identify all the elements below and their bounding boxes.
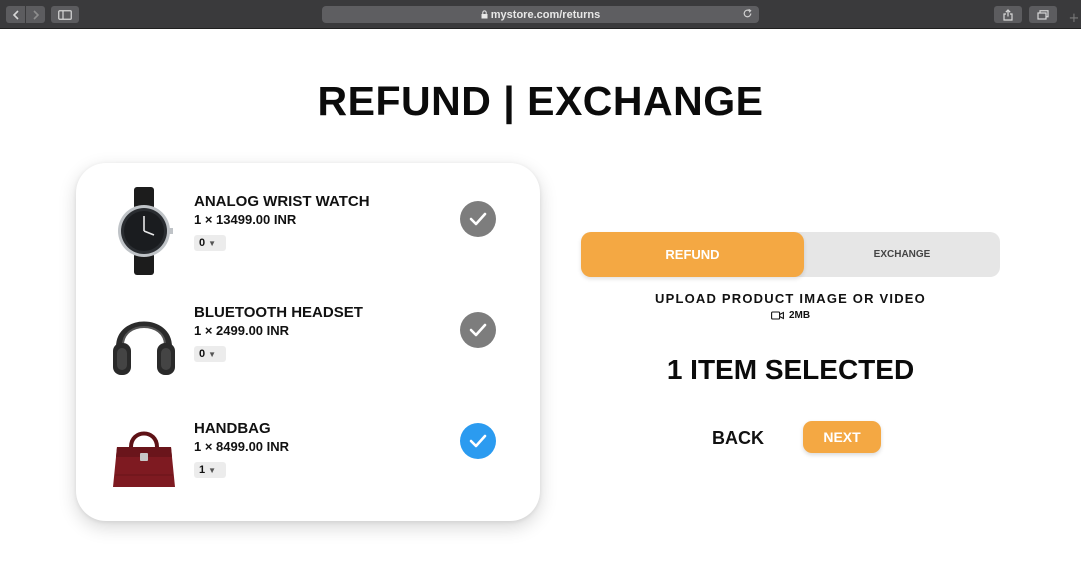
back-button[interactable]: BACK [702,424,774,452]
order-items-card: ANALOG WRIST WATCH 1 × 13499.00 INR 0 ▼ … [76,163,540,521]
quantity-select[interactable]: 0 ▼ [194,235,226,251]
forward-nav-button[interactable] [26,6,45,23]
browser-toolbar: mystore.com/returns + [0,0,1081,29]
item-price: 1 × 2499.00 INR [194,323,290,338]
refund-tab[interactable]: REFUND [581,232,804,277]
quantity-value: 0 [199,237,206,249]
tab-overview-button[interactable] [1029,6,1057,23]
page-title: REFUND | EXCHANGE [317,78,764,124]
sidebar-icon [58,9,72,20]
caret-down-icon: ▼ [208,349,217,359]
share-icon [1003,8,1013,21]
back-nav-button[interactable] [6,6,25,23]
new-tab-button[interactable]: + [1067,8,1081,29]
address-url: mystore.com/returns [490,8,601,21]
handbag-image [104,412,184,504]
caret-down-icon: ▼ [208,238,217,248]
address-bar[interactable]: mystore.com/returns [322,6,759,23]
upload-size-limit: 2MB [788,310,811,321]
checkmark-icon [469,434,487,448]
selected-check-button[interactable] [460,423,496,459]
item-name: HANDBAG [194,420,271,437]
wrist-watch-image [104,185,184,277]
lock-icon [481,10,488,19]
caret-down-icon: ▼ [208,465,217,475]
quantity-value: 1 [199,464,206,476]
sidebar-toggle-button[interactable] [51,6,79,23]
headphones-image [104,295,184,387]
selected-items-count: 1 ITEM SELECTED [666,354,915,385]
upload-media-link[interactable]: UPLOAD PRODUCT IMAGE OR VIDEO [581,291,1000,306]
quantity-value: 0 [199,348,206,360]
item-name: BLUETOOTH HEADSET [194,304,363,321]
reload-icon[interactable] [742,8,753,19]
list-item: BLUETOOTH HEADSET 1 × 2499.00 INR 0 ▼ [76,284,540,384]
unselected-check-button[interactable] [460,201,496,237]
checkmark-icon [469,323,487,337]
next-button[interactable]: NEXT [803,421,881,453]
list-item: HANDBAG 1 × 8499.00 INR 1 ▼ [76,400,540,500]
quantity-select[interactable]: 1 ▼ [194,462,226,478]
quantity-select[interactable]: 0 ▼ [194,346,226,362]
tabs-icon [1037,9,1049,20]
item-price: 1 × 8499.00 INR [194,439,290,454]
checkmark-icon [469,212,487,226]
chevron-left-icon [12,9,19,20]
list-item: ANALOG WRIST WATCH 1 × 13499.00 INR 0 ▼ [76,173,540,275]
refund-exchange-toggle: REFUND EXCHANGE [581,232,1000,277]
exchange-tab[interactable]: EXCHANGE [804,232,1000,277]
unselected-check-button[interactable] [460,312,496,348]
video-camera-icon [770,311,784,320]
chevron-right-icon [32,9,39,20]
item-name: ANALOG WRIST WATCH [194,193,370,210]
item-price: 1 × 13499.00 INR [194,212,297,227]
share-button[interactable] [994,6,1022,23]
upload-size-hint: 2MB [581,310,1000,321]
